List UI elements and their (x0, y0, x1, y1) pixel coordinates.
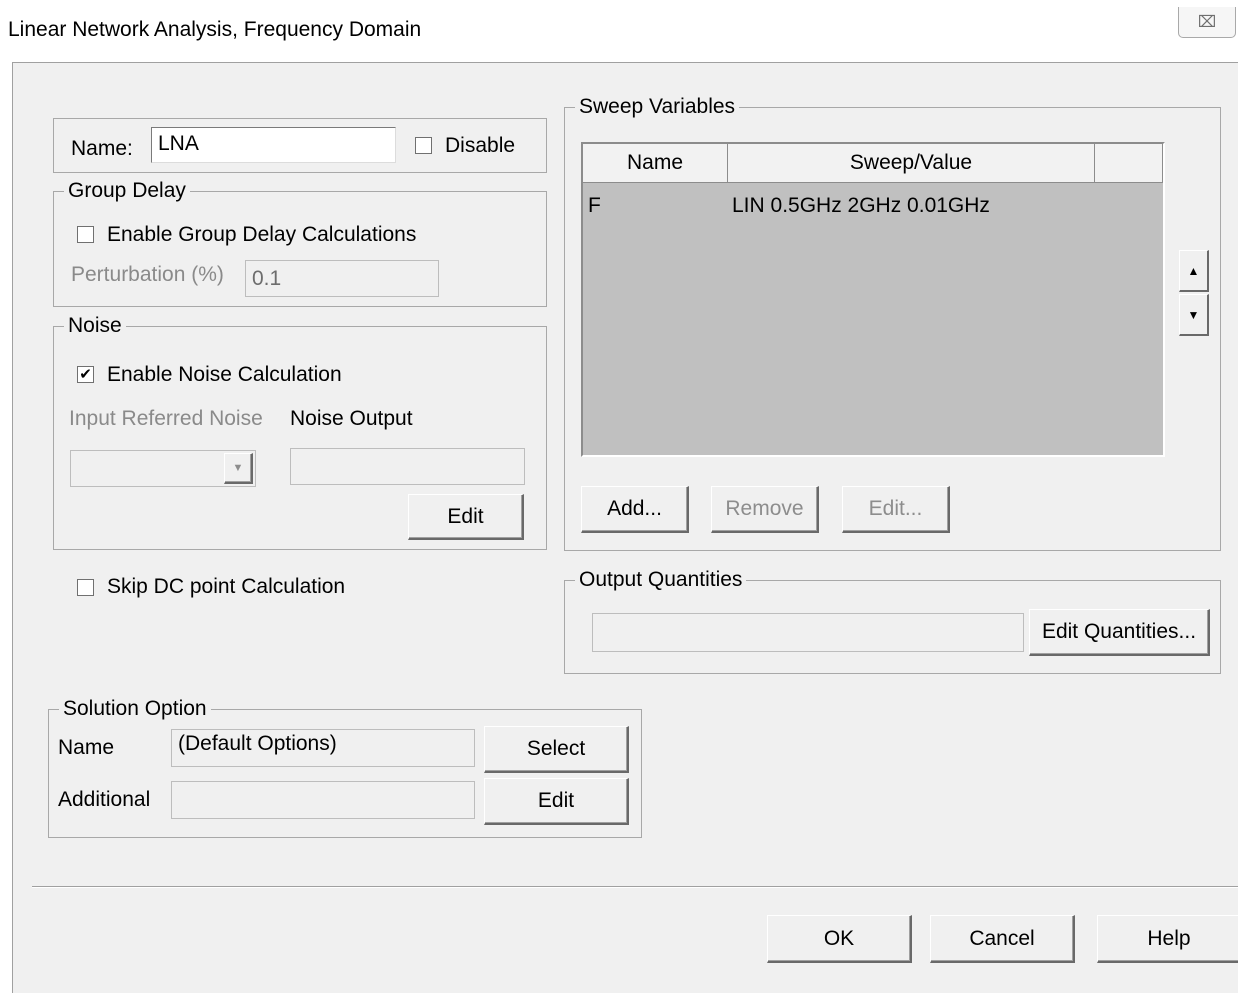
skip-dc-label: Skip DC point Calculation (107, 575, 346, 598)
perturbation-label: Perturbation (%) (71, 263, 224, 286)
close-button[interactable]: ⌧ (1178, 7, 1236, 38)
column-header-sweep-value[interactable]: Sweep/Value (728, 144, 1095, 183)
arrow-up-icon: ▲ (1187, 263, 1200, 278)
solution-edit-button[interactable]: Edit (484, 778, 629, 825)
noise-output-input[interactable] (290, 448, 525, 485)
sweep-variables-table[interactable]: Name Sweep/Value F LIN 0.5GHz 2GHz 0.01G… (581, 142, 1165, 457)
skip-dc-checkbox[interactable] (77, 579, 94, 596)
solution-additional-input[interactable] (171, 781, 475, 819)
input-referred-noise-label: Input Referred Noise (69, 407, 263, 430)
chevron-down-icon[interactable]: ▼ (224, 453, 253, 484)
sweep-row-name[interactable]: F (588, 194, 601, 218)
solution-option-legend: Solution Option (59, 697, 211, 721)
enable-group-delay-label: Enable Group Delay Calculations (107, 223, 417, 246)
column-header-name[interactable]: Name (583, 144, 728, 183)
checkmark-icon: ✔ (79, 366, 92, 383)
solution-select-button[interactable]: Select (484, 726, 629, 773)
noise-output-label: Noise Output (290, 407, 413, 430)
sweep-variables-legend: Sweep Variables (575, 95, 740, 119)
perturbation-input[interactable]: 0.1 (245, 260, 439, 297)
enable-group-delay-checkbox[interactable] (77, 226, 94, 243)
column-header-extra[interactable] (1095, 144, 1163, 183)
sweep-add-button[interactable]: Add... (581, 486, 689, 533)
solution-name-input[interactable]: (Default Options) (171, 729, 475, 767)
edit-quantities-button[interactable]: Edit Quantities... (1029, 609, 1210, 656)
name-label: Name: (71, 137, 133, 160)
ok-button[interactable]: OK (767, 915, 912, 963)
noise-edit-button[interactable]: Edit (408, 494, 524, 540)
cancel-button[interactable]: Cancel (930, 915, 1075, 963)
disable-label: Disable (445, 134, 516, 157)
close-icon: ⌧ (1197, 14, 1217, 31)
sweep-row-value[interactable]: LIN 0.5GHz 2GHz 0.01GHz (732, 194, 990, 218)
output-quantities-input[interactable] (592, 613, 1024, 652)
move-down-button[interactable]: ▼ (1179, 294, 1209, 336)
help-button[interactable]: Help (1097, 915, 1238, 963)
window-title: Linear Network Analysis, Frequency Domai… (8, 18, 422, 41)
footer-separator (32, 886, 1238, 888)
group-delay-legend: Group Delay (64, 179, 190, 203)
solution-name-label: Name (58, 736, 115, 759)
sweep-edit-button[interactable]: Edit... (842, 486, 950, 533)
move-up-button[interactable]: ▲ (1179, 250, 1209, 292)
solution-additional-label: Additional (58, 788, 151, 811)
sweep-remove-button[interactable]: Remove (711, 486, 819, 533)
noise-legend: Noise (64, 314, 126, 338)
arrow-down-icon: ▼ (1187, 307, 1200, 322)
name-input[interactable]: LNA (151, 127, 396, 163)
output-quantities-legend: Output Quantities (575, 568, 747, 592)
enable-noise-label: Enable Noise Calculation (107, 363, 342, 386)
enable-noise-checkbox[interactable]: ✔ (77, 366, 94, 383)
disable-checkbox[interactable] (415, 137, 432, 154)
